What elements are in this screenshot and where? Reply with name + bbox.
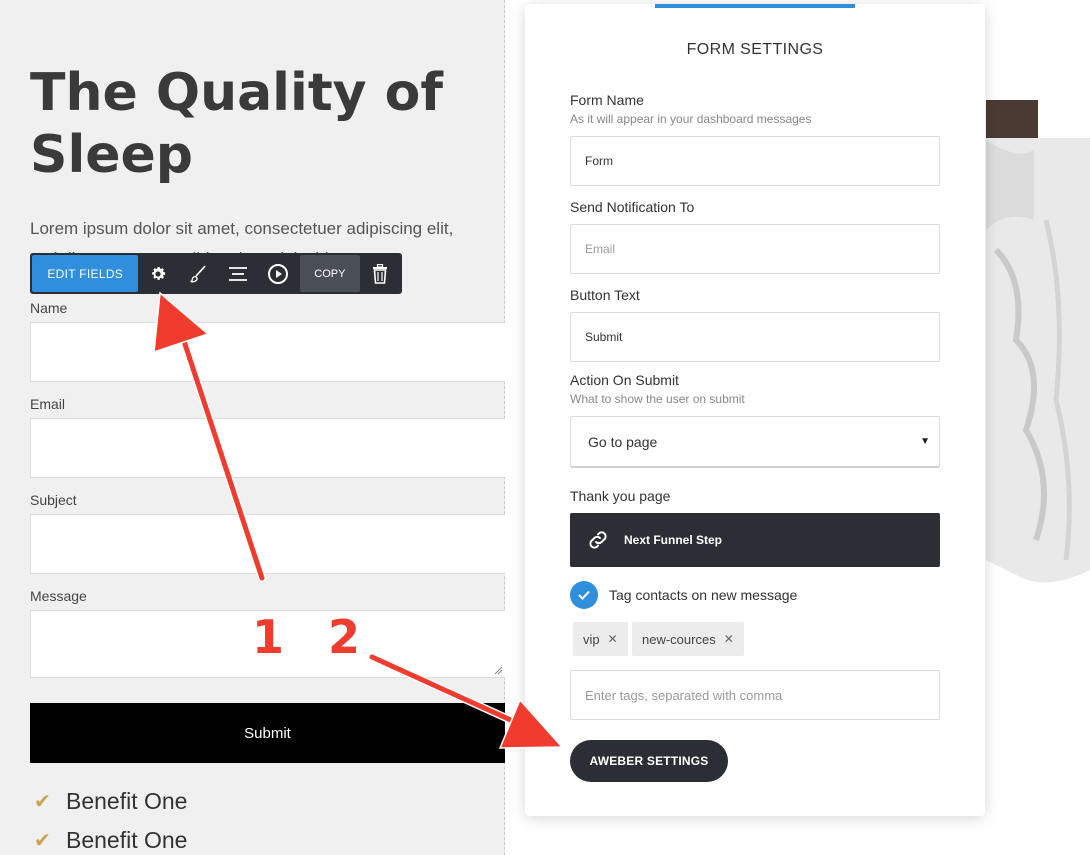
form-submit-button[interactable]: Submit [30, 703, 505, 763]
email-field-label: Email [30, 396, 66, 412]
edit-fields-button[interactable]: EDIT FIELDS [32, 255, 139, 292]
element-toolbar: EDIT FIELDS COPY [30, 253, 402, 294]
notification-email-input[interactable]: Email [570, 224, 940, 274]
name-input[interactable] [30, 322, 505, 382]
next-funnel-step-button[interactable]: Next Funnel Step [570, 513, 940, 567]
checkbox-checked-icon [570, 581, 598, 609]
gear-icon[interactable] [138, 255, 178, 292]
checkmark-icon: ✔ [34, 791, 51, 813]
name-field-label: Name [30, 300, 68, 316]
email-input[interactable] [30, 418, 505, 478]
form-name-hint: As it will appear in your dashboard mess… [570, 112, 812, 126]
tag-chip-label: vip [583, 631, 600, 647]
form-settings-panel: FORM SETTINGS Form Name As it will appea… [525, 4, 985, 816]
button-text-label: Button Text [570, 287, 640, 303]
tag-contacts-label: Tag contacts on new message [609, 587, 798, 603]
aweber-settings-button[interactable]: AWEBER SETTINGS [570, 740, 728, 782]
form-name-label: Form Name [570, 92, 644, 108]
page-headline: The Quality of Sleep [30, 63, 444, 185]
action-on-submit-select[interactable]: Go to page ▼ [570, 416, 940, 468]
remove-tag-icon[interactable]: ✕ [724, 632, 734, 646]
checkmark-icon: ✔ [34, 830, 51, 852]
thank-you-page-label: Thank you page [570, 488, 671, 504]
resize-handle-icon[interactable] [494, 666, 503, 675]
subject-input[interactable] [30, 514, 505, 574]
action-on-submit-label: Action On Submit [570, 372, 679, 388]
copy-button[interactable]: COPY [299, 255, 361, 292]
action-selected-value: Go to page [588, 433, 658, 450]
benefit-text: Benefit One [66, 788, 188, 814]
action-on-submit-hint: What to show the user on submit [570, 392, 745, 406]
next-funnel-step-label: Next Funnel Step [624, 533, 723, 547]
tag-chip-label: new-cources [642, 631, 716, 647]
benefit-item: ✔ Benefit One [34, 827, 187, 854]
tag-contacts-checkbox[interactable]: Tag contacts on new message [570, 581, 797, 609]
remove-tag-icon[interactable]: ✕ [608, 632, 618, 646]
annotation-number-1: 1 [252, 610, 285, 664]
tag-chip: vip ✕ [573, 622, 628, 656]
tag-chip: new-cources ✕ [632, 622, 744, 656]
form-name-input[interactable]: Form [570, 136, 940, 186]
annotation-number-2: 2 [328, 610, 361, 664]
button-text-input[interactable]: Submit [570, 312, 940, 362]
message-field-label: Message [30, 588, 87, 604]
benefit-text: Benefit One [66, 827, 188, 853]
trash-icon[interactable] [360, 255, 400, 292]
subject-field-label: Subject [30, 492, 77, 508]
play-icon[interactable] [258, 255, 298, 292]
tags-input[interactable]: Enter tags, separated with comma [570, 670, 940, 720]
benefit-item: ✔ Benefit One [34, 788, 187, 815]
panel-accent-bar [655, 4, 855, 8]
align-center-icon[interactable] [218, 255, 258, 292]
notification-label: Send Notification To [570, 199, 695, 215]
caret-down-icon: ▼ [920, 436, 930, 447]
brush-icon[interactable] [178, 255, 218, 292]
link-icon [589, 531, 607, 549]
panel-title: FORM SETTINGS [686, 41, 824, 58]
bed-image [986, 100, 1090, 583]
